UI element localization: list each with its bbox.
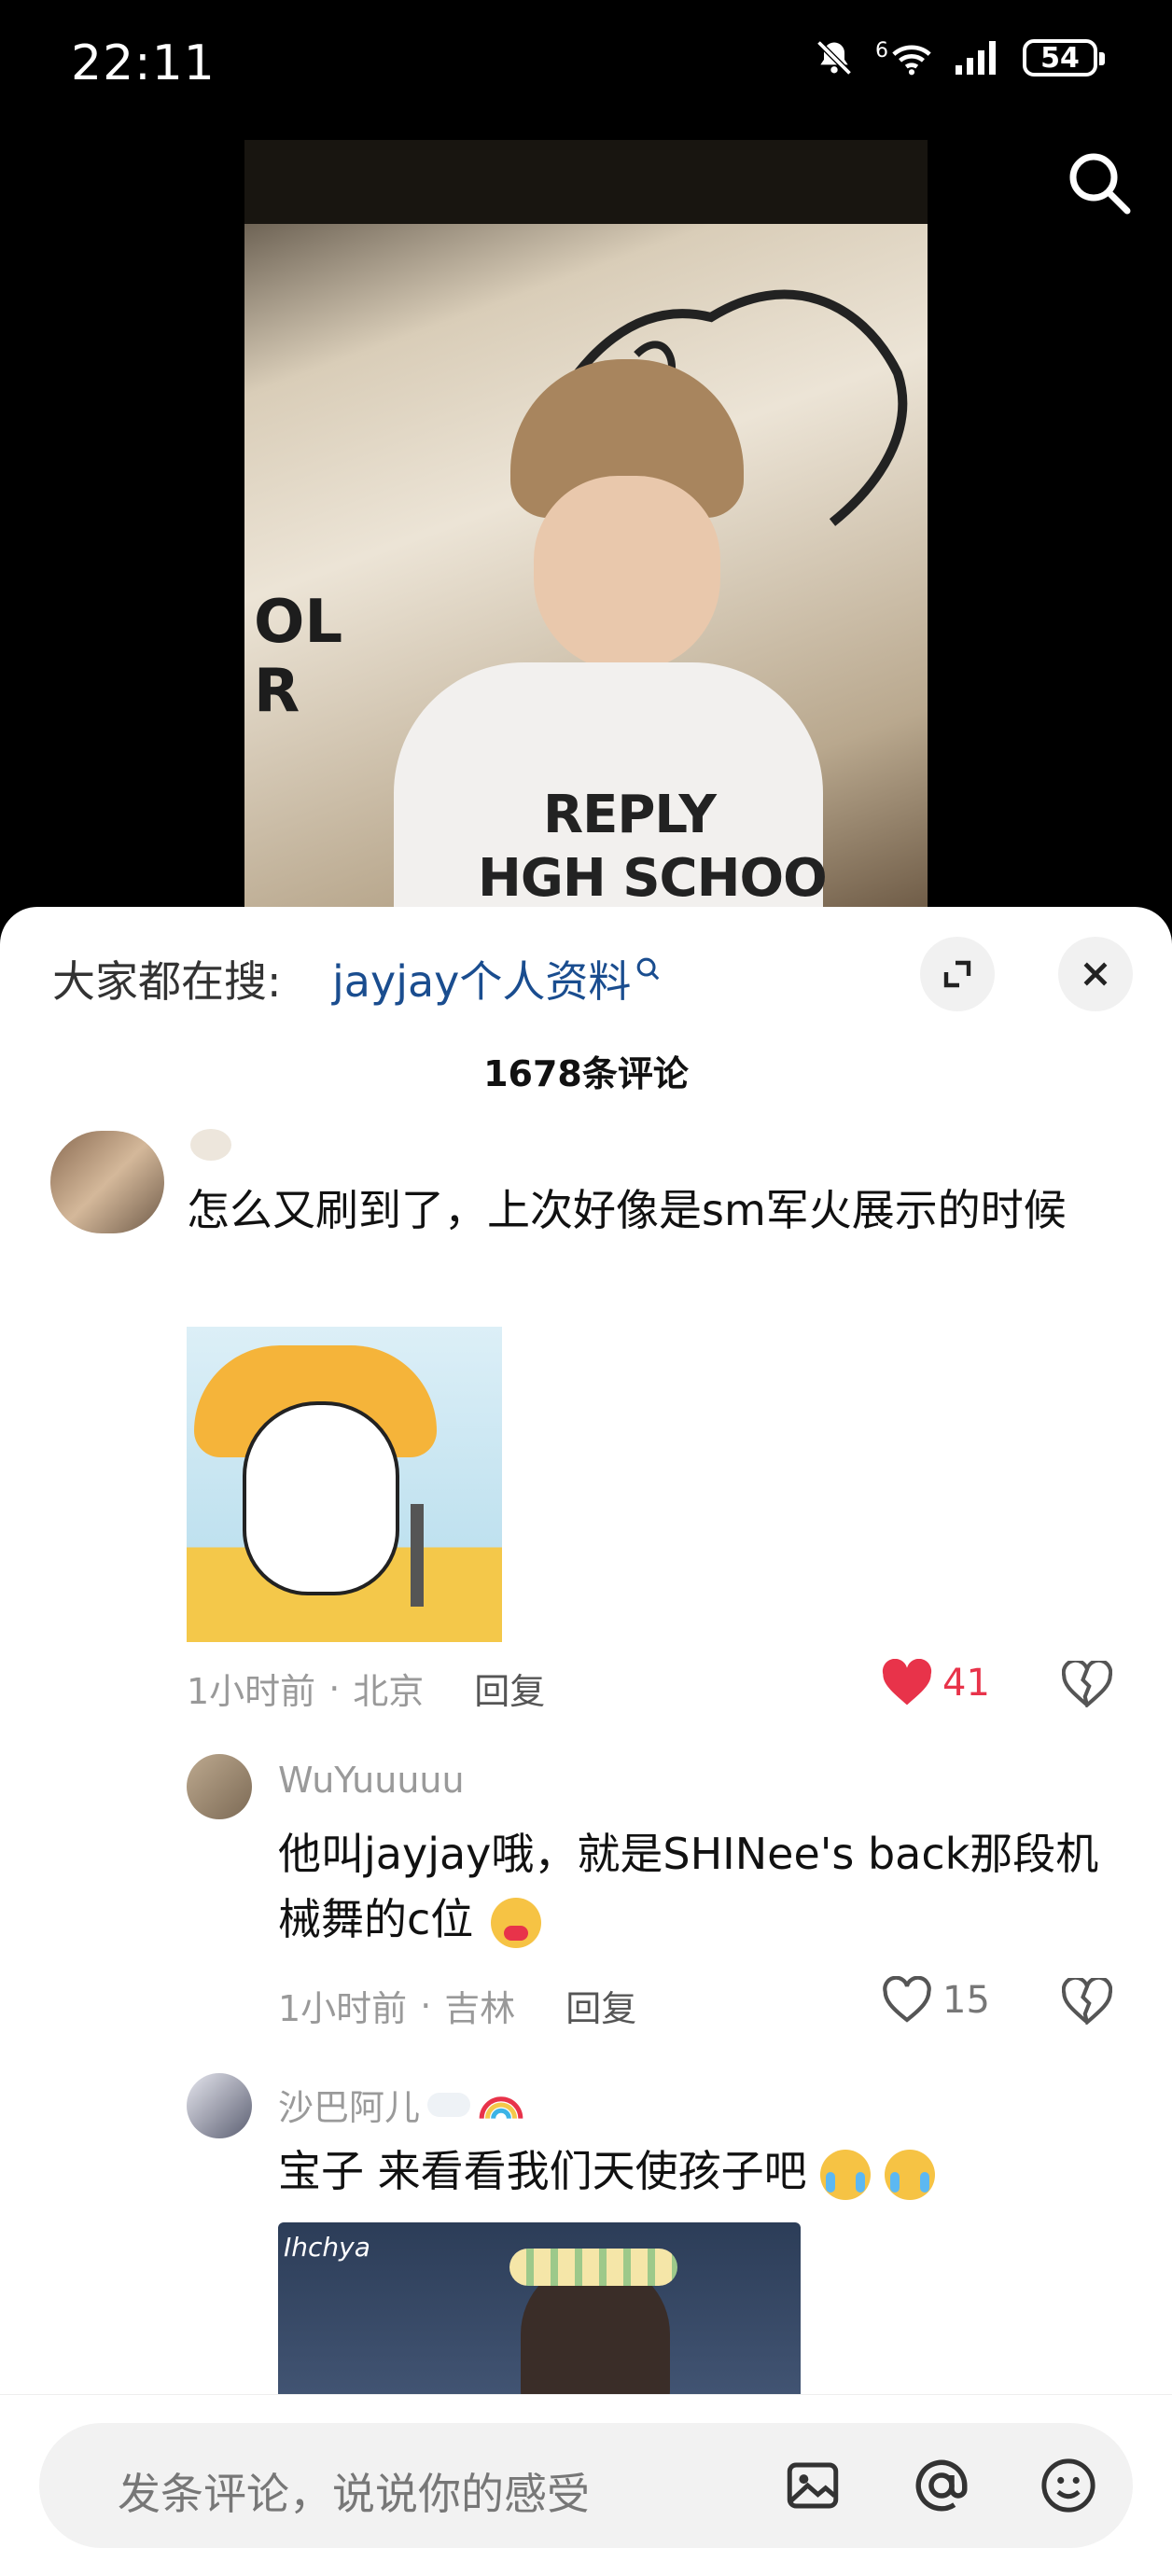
like-count: 15 <box>942 1979 990 2022</box>
reply-text-content: 他叫jayjay哦，就是SHINee's back那段机械舞的c位 <box>278 1829 1099 1944</box>
mute-bell-icon <box>816 40 852 76</box>
comment-meta: 1小时前 · 北京 回复 <box>187 1663 545 1714</box>
comment-text: 怎么又刷到了，上次好像是sm军火展示的时候 <box>187 1185 1067 1235</box>
person-face <box>534 476 720 672</box>
close-icon <box>1083 962 1108 986</box>
status-time: 22:11 <box>71 35 216 91</box>
wall-text: OL R <box>254 588 342 726</box>
comment-sticker-image[interactable] <box>187 1327 502 1642</box>
reply-button[interactable]: 回复 <box>565 1980 636 2031</box>
reply-image-caption: Ihchya <box>284 2232 370 2263</box>
comment-sheet: 大家都在搜: jayjay个人资料 1678条评论 怎么又刷到了，上次好像是sm… <box>0 907 1172 2575</box>
shirt-text: REPLY HGH SCHOO <box>478 784 828 911</box>
status-icons: 6 54 <box>814 37 1105 78</box>
username-emoji <box>190 1129 231 1161</box>
hug-emoji-icon <box>490 1897 541 1948</box>
hot-search-link-text: jayjay个人资料 <box>332 956 632 1007</box>
cloud-emoji-icon <box>427 2092 471 2117</box>
broken-heart-icon <box>1061 1658 1113 1709</box>
wifi-icon <box>892 45 931 76</box>
mention-button[interactable] <box>911 2455 972 2520</box>
wifi-status: 6 <box>875 39 933 77</box>
reply-location: 吉林 <box>444 1988 516 2029</box>
meta-separator: · <box>420 1984 432 2026</box>
avatar[interactable] <box>187 2073 252 2138</box>
heart-filled-icon <box>882 1659 932 1706</box>
signal-icon <box>956 41 996 75</box>
reply-text-content: 宝子 来看看我们天使孩子吧 <box>278 2146 807 2196</box>
reply-username[interactable]: WuYuuuuu <box>278 1760 465 1801</box>
image-button[interactable] <box>782 2455 844 2520</box>
comment-input-bar: 发条评论，说说你的感受 <box>0 2394 1172 2576</box>
hot-search-link[interactable]: jayjay个人资料 <box>332 948 661 1010</box>
comment-location: 北京 <box>353 1671 425 1712</box>
reply-text: 他叫jayjay哦，就是SHINee's back那段机械舞的c位 <box>278 1821 1137 1952</box>
search-small-icon <box>637 957 660 981</box>
network-label: 6 <box>875 39 888 63</box>
avatar[interactable] <box>50 1131 164 1233</box>
search-button[interactable] <box>1062 146 1137 220</box>
battery-indicator: 54 <box>1023 39 1105 77</box>
comment-input-placeholder: 发条评论，说说你的感受 <box>118 2469 590 2519</box>
close-button[interactable] <box>1058 937 1133 1011</box>
reply-button[interactable]: 回复 <box>474 1663 545 1714</box>
sticker-character <box>243 1401 399 1595</box>
video-ceiling <box>244 140 928 224</box>
status-bar: 22:11 6 54 <box>0 0 1172 140</box>
expand-icon <box>943 960 971 988</box>
rainbow-emoji-icon <box>479 2096 523 2119</box>
crying-emoji-icon <box>884 2149 935 2200</box>
smiley-icon <box>1041 2458 1095 2513</box>
heart-outline-icon <box>883 1976 931 2023</box>
crying-emoji-icon <box>820 2149 872 2200</box>
comment-input[interactable]: 发条评论，说说你的感受 <box>39 2423 1133 2548</box>
reply-username[interactable]: 沙巴阿儿 <box>278 2079 524 2130</box>
like-button[interactable]: 15 <box>881 1976 990 2025</box>
search-icon <box>1069 153 1131 215</box>
comment-count: 1678条评论 <box>483 1053 689 1094</box>
reply-meta: 1小时前 · 吉林 回复 <box>278 1980 636 2031</box>
at-mention-icon <box>915 2459 968 2512</box>
reply-username-text: 沙巴阿儿 <box>278 2087 421 2128</box>
wall-text-line-1: OL <box>254 588 343 657</box>
dislike-button[interactable] <box>1061 1975 1113 2028</box>
image-icon <box>787 2462 839 2509</box>
like-button[interactable]: 41 <box>881 1659 990 1707</box>
hot-search-label: 大家都在搜: <box>52 956 282 1007</box>
shirt-text-line-1: REPLY <box>543 785 717 845</box>
broken-heart-icon <box>1061 1975 1113 2026</box>
comment-time: 1小时前 <box>187 1671 316 1712</box>
dislike-button[interactable] <box>1061 1658 1113 1711</box>
expand-button[interactable] <box>920 937 995 1011</box>
shirt-text-line-2: HGH SCHOO <box>478 848 828 909</box>
flower-crown <box>509 2249 677 2286</box>
like-count: 41 <box>942 1662 990 1705</box>
meta-separator: · <box>328 1667 341 1709</box>
reply-time: 1小时前 <box>278 1988 408 2029</box>
avatar[interactable] <box>187 1754 252 1819</box>
reply-text: 宝子 来看看我们天使孩子吧 <box>278 2138 1137 2204</box>
emoji-button[interactable] <box>1038 2455 1099 2520</box>
sticker-shovel <box>411 1504 424 1607</box>
video-player[interactable]: OL R REPLY HGH SCHOO <box>244 140 928 914</box>
wall-text-line-2: R <box>254 657 300 726</box>
